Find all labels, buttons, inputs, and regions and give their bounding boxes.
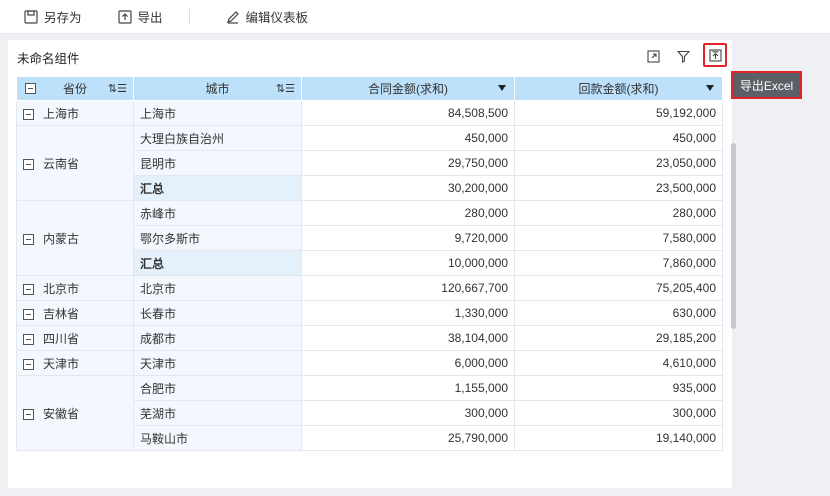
contract-cell: 10,000,000: [301, 250, 515, 276]
contract-cell: 300,000: [301, 400, 515, 426]
collapse-toggle[interactable]: [23, 233, 34, 245]
city-cell: 成都市: [133, 325, 302, 351]
payment-cell: 630,000: [514, 300, 723, 326]
payment-cell: 23,500,000: [514, 175, 723, 201]
save-as-button[interactable]: 另存为: [0, 0, 82, 34]
payment-cell: 935,000: [514, 375, 723, 401]
table-row: 上海市 上海市 84,508,500 59,192,000: [16, 100, 723, 126]
filter-icon: [676, 50, 690, 63]
contract-cell: 38,104,000: [301, 325, 515, 351]
province-cell: 安徽省: [16, 375, 134, 451]
filter-button[interactable]: [672, 45, 694, 67]
contract-cell: 9,720,000: [301, 225, 515, 251]
table-row: 安徽省 合肥市 1,155,000 935,000: [16, 375, 723, 451]
table-header-row: 省份 ⇅☰ 城市 ⇅☰ 合同金额(求和) 回款金额(求和): [16, 76, 723, 101]
export-widget-button[interactable]: [703, 43, 727, 67]
payment-cell: 7,860,000: [514, 250, 723, 276]
save-icon: [24, 9, 38, 24]
table-row: 云南省 大理白族自治州 450,000 450,000: [16, 125, 723, 201]
collapse-toggle[interactable]: [23, 358, 34, 370]
payment-cell: 7,580,000: [514, 225, 723, 251]
expand-icon: [646, 49, 660, 63]
header-city[interactable]: 城市 ⇅☰: [133, 76, 302, 101]
city-cell: 昆明市: [133, 150, 302, 176]
sort-icon[interactable]: ⇅☰: [276, 82, 295, 95]
contract-cell: 84,508,500: [301, 100, 515, 126]
dropdown-caret-icon[interactable]: [498, 85, 506, 91]
province-cell: 北京市: [16, 275, 134, 301]
table-row: 北京市 北京市 120,667,700 75,205,400: [16, 275, 723, 301]
contract-cell: 120,667,700: [301, 275, 515, 301]
export-label: 导出: [137, 11, 163, 25]
dropdown-caret-icon[interactable]: [706, 85, 714, 91]
city-cell: 芜湖市: [133, 400, 302, 426]
contract-cell: 280,000: [301, 200, 515, 226]
table-widget: 未命名组件 省份 ⇅☰ 城市 ⇅☰ 合同金额(求和) 回款金额(求和) 上海市 …: [8, 40, 736, 488]
collapse-toggle[interactable]: [23, 283, 34, 295]
payment-cell: 75,205,400: [514, 275, 723, 301]
collapse-toggle[interactable]: [23, 158, 34, 170]
table-row: 天津市 天津市 6,000,000 4,610,000: [16, 350, 723, 376]
header-contract-amount[interactable]: 合同金额(求和): [301, 76, 515, 101]
payment-cell: 23,050,000: [514, 150, 723, 176]
city-cell: 天津市: [133, 350, 302, 376]
table-row: 四川省 成都市 38,104,000 29,185,200: [16, 325, 723, 351]
header-province[interactable]: 省份 ⇅☰: [16, 76, 134, 101]
contract-cell: 29,750,000: [301, 150, 515, 176]
edit-icon: [226, 10, 239, 24]
city-cell: 马鞍山市: [133, 425, 302, 451]
save-as-label: 另存为: [44, 11, 82, 25]
payment-cell: 19,140,000: [514, 425, 723, 451]
city-cell: 大理白族自治州: [133, 125, 302, 151]
contract-cell: 450,000: [301, 125, 515, 151]
vertical-scrollbar[interactable]: [731, 143, 736, 329]
payment-cell: 29,185,200: [514, 325, 723, 351]
export-button[interactable]: 导出: [82, 0, 163, 34]
contract-cell: 6,000,000: [301, 350, 515, 376]
payment-cell: 4,610,000: [514, 350, 723, 376]
top-toolbar: 另存为 导出 编辑仪表板: [0, 0, 830, 34]
payment-cell: 450,000: [514, 125, 723, 151]
table-row: 吉林省 长春市 1,330,000 630,000: [16, 300, 723, 326]
city-cell: 上海市: [133, 100, 302, 126]
payment-cell: 300,000: [514, 400, 723, 426]
subtotal-label: 汇总: [133, 250, 302, 276]
province-cell: 吉林省: [16, 300, 134, 326]
collapse-all-toggle[interactable]: [25, 83, 36, 94]
contract-cell: 30,200,000: [301, 175, 515, 201]
province-cell: 上海市: [16, 100, 134, 126]
export-icon: [708, 48, 722, 62]
widget-title: 未命名组件: [17, 52, 80, 66]
contract-cell: 1,155,000: [301, 375, 515, 401]
province-cell: 内蒙古: [16, 200, 134, 276]
collapse-toggle[interactable]: [23, 308, 34, 320]
header-payment-amount[interactable]: 回款金额(求和): [514, 76, 723, 101]
city-cell: 长春市: [133, 300, 302, 326]
contract-cell: 1,330,000: [301, 300, 515, 326]
city-cell: 合肥市: [133, 375, 302, 401]
data-table: 省份 ⇅☰ 城市 ⇅☰ 合同金额(求和) 回款金额(求和) 上海市 上海市 84…: [16, 76, 723, 451]
subtotal-label: 汇总: [133, 175, 302, 201]
city-cell: 鄂尔多斯市: [133, 225, 302, 251]
collapse-toggle[interactable]: [23, 333, 34, 345]
payment-cell: 59,192,000: [514, 100, 723, 126]
fullscreen-button[interactable]: [642, 45, 664, 67]
payment-cell: 280,000: [514, 200, 723, 226]
table-row: 内蒙古 赤峰市 280,000 280,000: [16, 200, 723, 276]
edit-dashboard-label: 编辑仪表板: [245, 11, 309, 25]
sort-icon[interactable]: ⇅☰: [108, 82, 127, 95]
city-cell: 赤峰市: [133, 200, 302, 226]
province-cell: 天津市: [16, 350, 134, 376]
collapse-toggle[interactable]: [23, 408, 34, 420]
city-cell: 北京市: [133, 275, 302, 301]
contract-cell: 25,790,000: [301, 425, 515, 451]
export-excel-button[interactable]: 导出Excel: [731, 71, 802, 99]
collapse-toggle[interactable]: [23, 108, 34, 120]
edit-dashboard-button[interactable]: 编辑仪表板: [190, 0, 309, 34]
province-cell: 云南省: [16, 125, 134, 201]
province-cell: 四川省: [16, 325, 134, 351]
export-icon: [117, 9, 132, 24]
